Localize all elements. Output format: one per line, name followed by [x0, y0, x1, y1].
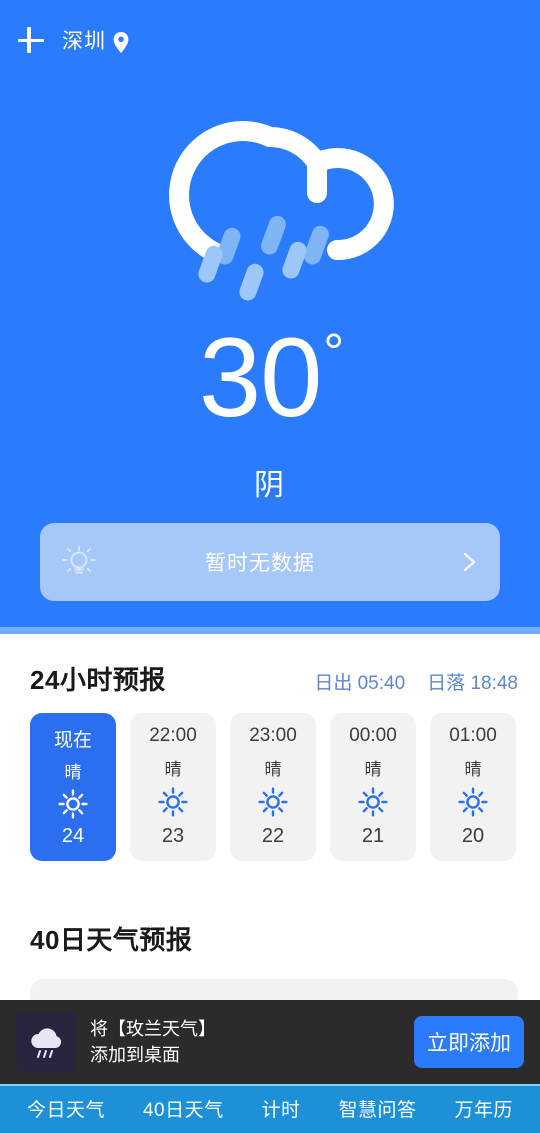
hourly-card[interactable]: 22:00 晴 23 [130, 713, 216, 861]
hourly-time: 23:00 [249, 725, 297, 746]
current-temperature-block: 30° 阴 [0, 322, 540, 504]
hourly-condition: 晴 [464, 759, 482, 779]
lightbulb-icon [62, 545, 96, 579]
city-name: 深圳 [62, 30, 106, 53]
hourly-forecast-section: 24小时预报 日出 05:40 日落 18:48 现在晴 24 22:00 晴 23 23… [0, 634, 540, 861]
promo-line-1: 将【玫兰天气】 [90, 1018, 216, 1039]
sunrise-time: 05:40 [357, 673, 406, 694]
sunrise: 日出 05:40 [314, 668, 405, 695]
hourly-condition: 晴 [364, 759, 382, 779]
sun-icon [58, 789, 88, 819]
sun-icon [258, 787, 288, 817]
nav-item-1[interactable]: 40日天气 [143, 1095, 224, 1122]
add-now-button[interactable]: 立即添加 [414, 1016, 524, 1068]
hourly-time: 00:00 [349, 725, 397, 746]
hourly-temperature: 20 [461, 824, 485, 847]
location-pin-icon[interactable] [113, 31, 129, 53]
temperature-number: 30 [198, 315, 323, 440]
sunset-label: 日落 [427, 673, 466, 694]
nav-item-0[interactable]: 今日天气 [27, 1095, 105, 1122]
nav-item-3[interactable]: 智慧问答 [339, 1095, 417, 1122]
sunset: 日落 18:48 [427, 668, 518, 695]
promo-line-2: 添加到桌面 [90, 1045, 180, 1065]
hourly-time: 现在 [53, 730, 92, 751]
forty-day-header: 40日天气预报 [0, 902, 540, 957]
chevron-right-icon[interactable] [458, 551, 480, 573]
hourly-time: 22:00 [149, 725, 197, 746]
hourly-card[interactable]: 00:00 晴 21 [330, 713, 416, 861]
top-bar: 深圳 [0, 18, 540, 62]
hourly-card-strip[interactable]: 现在晴 24 22:00 晴 23 23:00 晴 22 00:00 晴 21 01:00 晴 20 [0, 697, 540, 861]
nav-top-divider [0, 1084, 540, 1086]
app-cloud-rain-icon [16, 1012, 76, 1072]
hourly-time: 01:00 [449, 725, 497, 746]
forty-day-title: 40日天气预报 [30, 925, 193, 955]
hourly-header: 24小时预报 日出 05:40 日落 18:48 [0, 634, 540, 697]
add-to-desktop-promo: 将【玫兰天气】 添加到桌面 立即添加 [0, 1000, 540, 1084]
sun-times: 日出 05:40 日落 18:48 [314, 668, 518, 695]
sunset-time: 18:48 [470, 673, 518, 694]
sunrise-label: 日出 [314, 673, 353, 694]
add-city-icon[interactable] [16, 25, 46, 55]
hourly-condition: 晴 [164, 759, 182, 779]
hourly-title: 24小时预报 [30, 665, 166, 695]
hourly-temperature: 22 [261, 824, 285, 847]
hourly-temperature: 24 [61, 825, 85, 847]
hourly-card[interactable]: 01:00 晴 20 [430, 713, 516, 861]
hourly-card[interactable]: 现在晴 24 [30, 713, 116, 861]
hourly-card[interactable]: 23:00 晴 22 [230, 713, 316, 861]
no-data-text: 暂时无数据 [205, 552, 315, 575]
temperature-value: 30° [0, 322, 540, 434]
promo-text: 将【玫兰天气】 添加到桌面 [90, 1016, 414, 1068]
hourly-condition: 晴 [64, 763, 82, 782]
hero-panel: 深圳 30° 阴 暂时无数据 [0, 0, 540, 627]
nav-item-4[interactable]: 万年历 [454, 1095, 513, 1122]
hourly-condition: 晴 [264, 759, 282, 779]
hourly-temperature: 23 [161, 824, 185, 847]
hero-bottom-strip [0, 627, 540, 634]
sun-icon [358, 787, 388, 817]
degree-symbol: ° [323, 323, 344, 382]
weather-app-screen: 深圳 30° 阴 暂时无数据 24小时预报 日出 05:40 日落 18:48 … [0, 0, 540, 1133]
sun-icon [158, 787, 188, 817]
hourly-temperature: 21 [361, 824, 385, 847]
no-data-banner[interactable]: 暂时无数据 [40, 523, 500, 601]
current-condition: 阴 [254, 469, 286, 502]
bottom-navigation: 今日天气 40日天气 计时 智慧问答 万年历 [0, 1084, 540, 1133]
cloud-rain-icon [140, 85, 400, 305]
sun-icon [458, 787, 488, 817]
nav-item-2[interactable]: 计时 [262, 1095, 301, 1122]
